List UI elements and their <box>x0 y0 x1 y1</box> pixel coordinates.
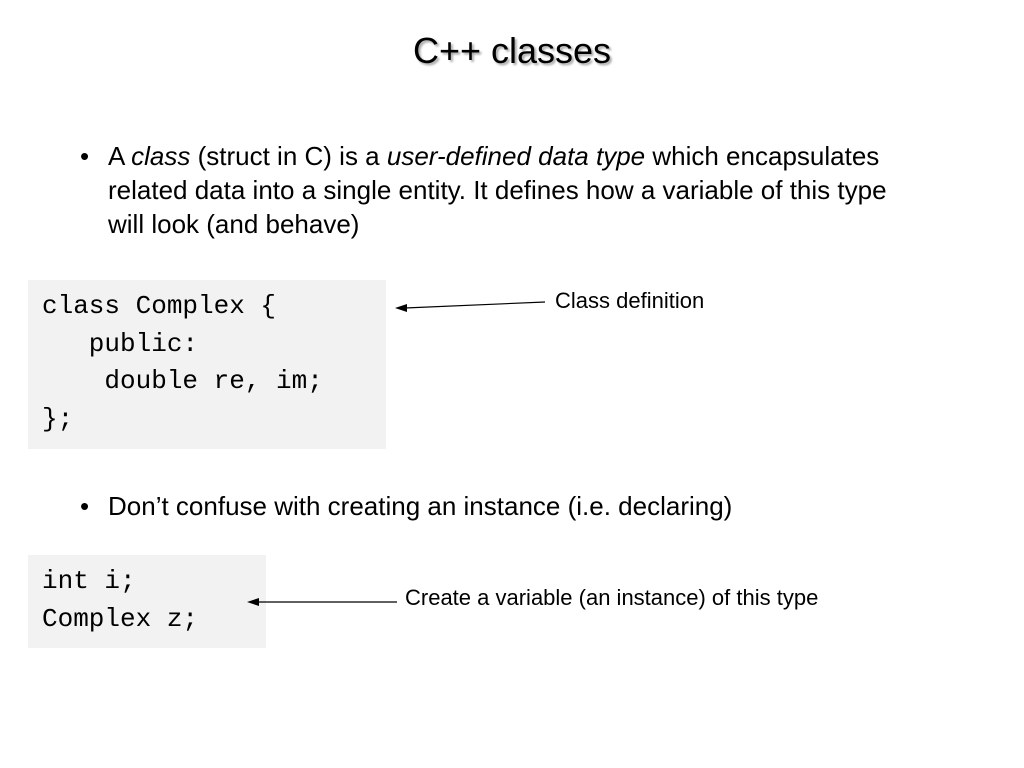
annotation-create-instance: Create a variable (an instance) of this … <box>405 585 818 611</box>
bullet1-text-pre: A <box>108 141 131 171</box>
slide: C++ classes • A class (struct in C) is a… <box>0 0 1024 768</box>
bullet1-italic-class: class <box>131 141 190 171</box>
code-block-class-def: class Complex { public: double re, im; }… <box>28 280 386 449</box>
bullet-marker: • <box>80 490 89 524</box>
annotation-class-definition: Class definition <box>555 288 704 314</box>
bullet-item-2: • Don’t confuse with creating an instanc… <box>108 490 928 524</box>
code-block-instance: int i; Complex z; <box>28 555 266 648</box>
bullet-item-1: • A class (struct in C) is a user-define… <box>108 140 928 241</box>
arrow-icon <box>395 298 545 314</box>
bullet2-text: Don’t confuse with creating an instance … <box>108 491 732 521</box>
bullet-marker: • <box>80 140 89 174</box>
bullet1-italic-udt: user-defined data type <box>387 141 645 171</box>
arrow-icon <box>247 594 397 610</box>
bullet1-text-mid1: (struct in C) is a <box>190 141 386 171</box>
slide-title: C++ classes <box>0 30 1024 72</box>
